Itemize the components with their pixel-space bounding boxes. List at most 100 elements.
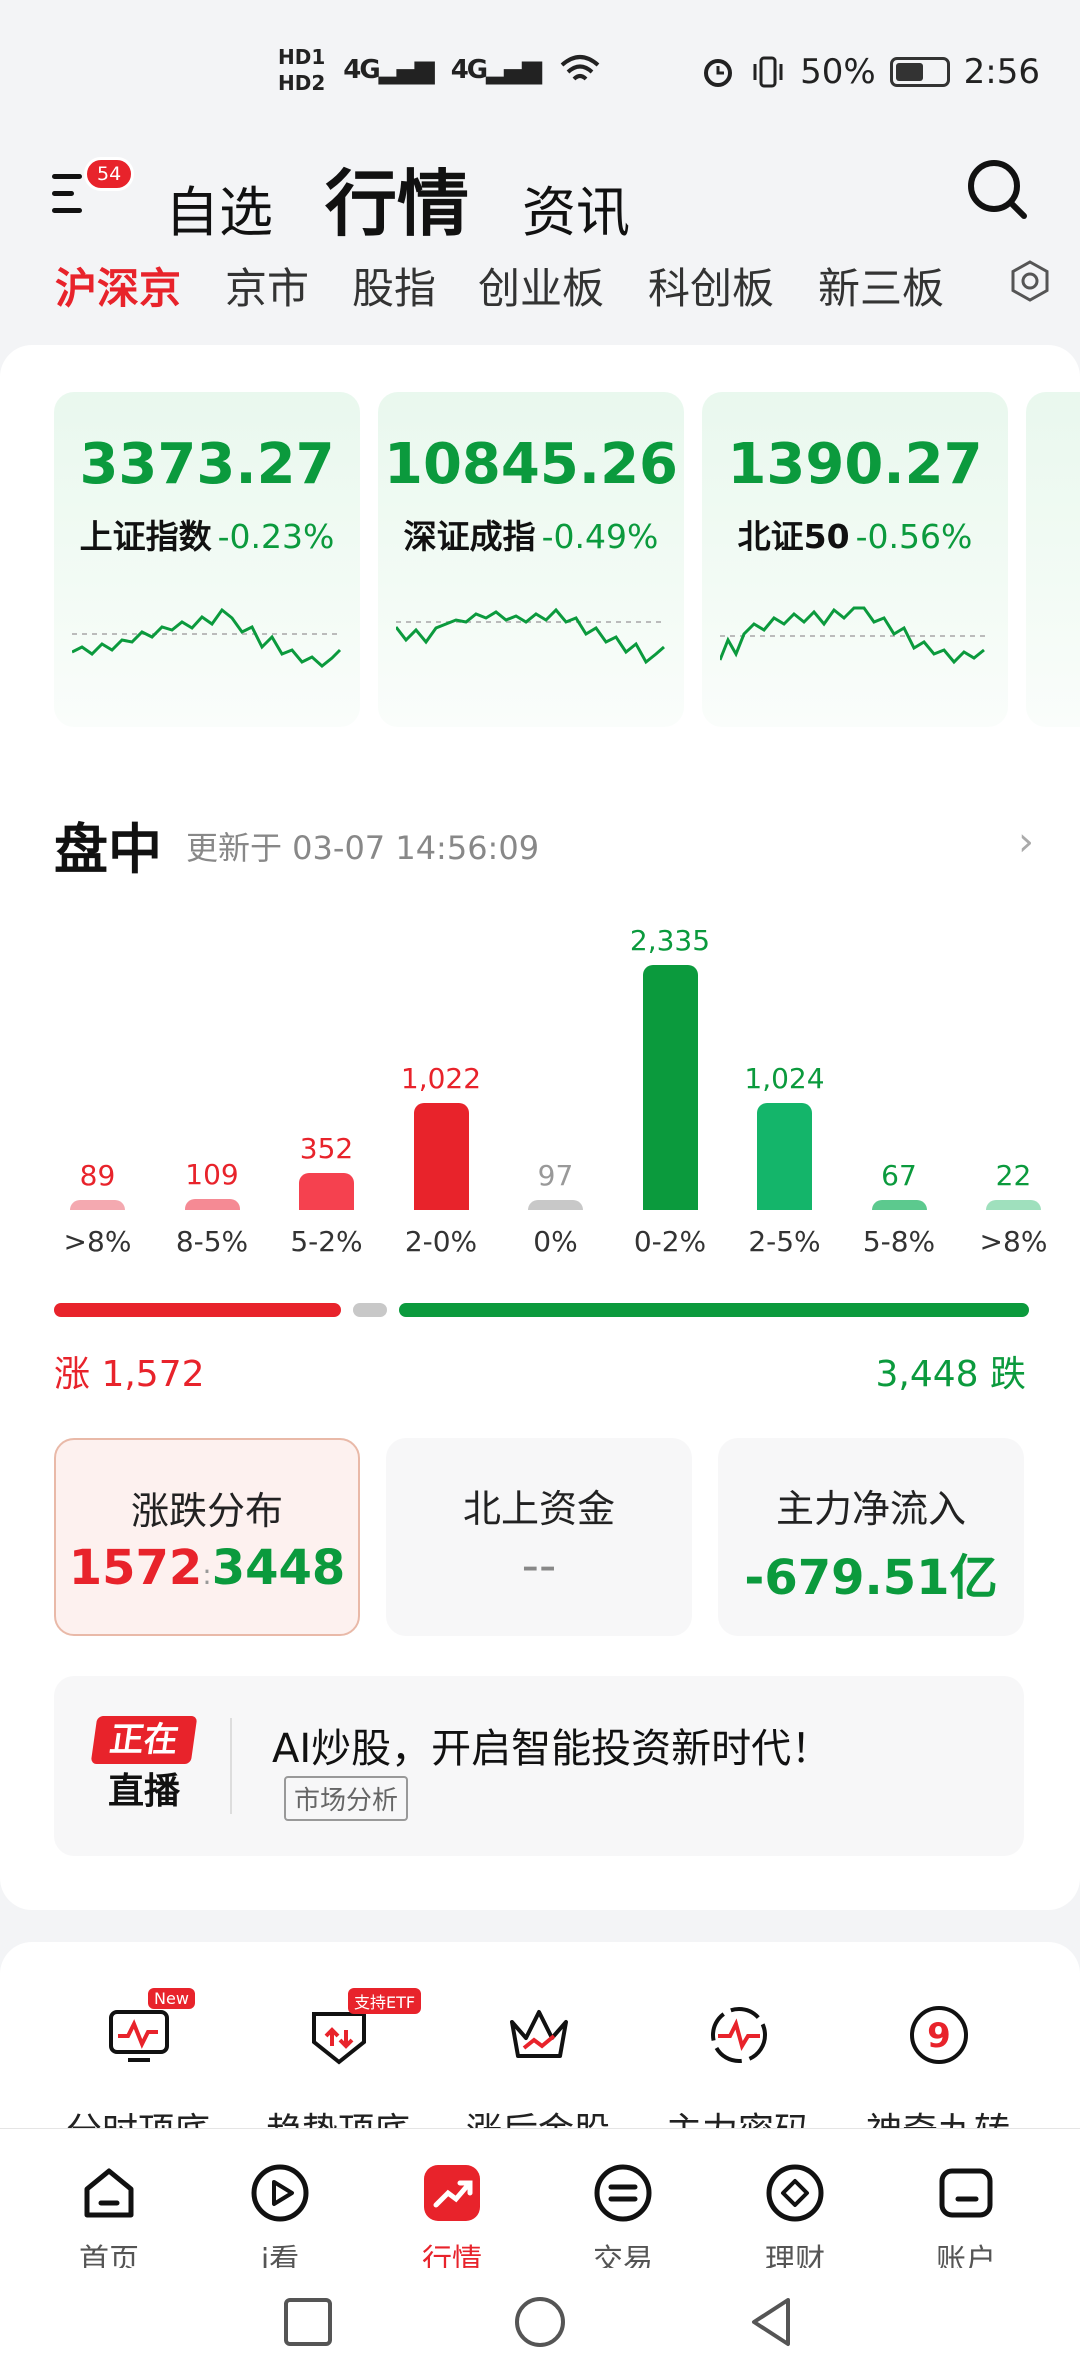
live-logo-top: 正在: [90, 1716, 198, 1764]
bar: [184, 1199, 240, 1210]
stat-northbound[interactable]: 北上资金 --: [386, 1438, 692, 1636]
index-value: 10845.26: [383, 432, 679, 497]
bar-value-label: 1,024: [744, 1062, 825, 1095]
stat-main-inflow[interactable]: 主力净流入 -679.51亿: [718, 1438, 1024, 1636]
nav-trade[interactable]: 交易: [548, 2161, 698, 2279]
bar: [70, 1200, 125, 1210]
search-icon[interactable]: [966, 158, 1028, 220]
pulse-circle-icon: [711, 2007, 767, 2063]
status-bar: HD1 HD2 4G▂▄▆ 4G▂▄▆ 50% 2:56: [0, 0, 1080, 140]
nav-wealth[interactable]: 理财: [720, 2161, 870, 2279]
index-value: 1390.27: [727, 432, 983, 497]
bar-column: 97 0%: [498, 1159, 613, 1258]
live-title: AI炒股，开启智能投资新时代！: [272, 1726, 832, 1772]
account-icon: [939, 2168, 993, 2218]
vibrate-icon: [753, 56, 783, 88]
bar-value-label: 1,022: [400, 1062, 482, 1095]
bar-column: 67 5-8%: [842, 1159, 957, 1258]
market-subtabs: 沪深京 京市 股指 创业板 科创板 新三板: [0, 255, 1080, 335]
bar-column: 2,335 0-2%: [613, 924, 728, 1258]
settings-icon[interactable]: [1008, 259, 1052, 303]
wifi-icon: [560, 55, 600, 81]
stat-down: 3448: [211, 1540, 346, 1596]
bottom-nav: 首页 i看 行情 交易 理财 账户: [0, 2128, 1080, 2278]
net1-label: 4G: [343, 55, 380, 85]
index-sparkline: [72, 607, 342, 668]
ratio-flat-segment: [353, 1303, 387, 1317]
index-change: -0.56%: [855, 517, 973, 556]
bar-column: 22 >8%: [956, 1159, 1071, 1258]
bar-category-label: 2-0%: [404, 1225, 478, 1258]
live-tag: 市场分析: [284, 1776, 409, 1821]
index-sparkline: [396, 607, 666, 665]
new-tag: New: [148, 1988, 195, 2009]
section-title: 盘中: [54, 818, 162, 881]
bar-column: 109 8-5%: [155, 1158, 270, 1258]
tab-watchlist[interactable]: 自选: [165, 168, 273, 247]
bar-value-label: 89: [79, 1159, 116, 1192]
divider: [230, 1718, 232, 1814]
bar: [413, 1103, 469, 1210]
index-card-partial[interactable]: [1026, 392, 1080, 727]
recents-button-icon[interactable]: [284, 2298, 332, 2346]
tab-news[interactable]: 资讯: [522, 168, 630, 247]
hd-indicator: HD1 HD2: [278, 44, 325, 96]
nav-home[interactable]: 首页: [34, 2161, 184, 2279]
ratio-down-segment: [399, 1303, 1029, 1317]
bar-category-label: 0-2%: [633, 1225, 707, 1258]
hd1-label: HD1: [278, 45, 326, 69]
index-value: 3373.27: [79, 432, 335, 497]
status-right: 50% 2:56: [700, 52, 1040, 92]
bar-category-label: 0%: [533, 1225, 578, 1258]
play-icon: [251, 2164, 309, 2222]
bar: [528, 1200, 583, 1210]
index-card[interactable]: 1390.27 北证50 -0.56%: [702, 392, 1008, 727]
live-logo-bottom: 直播: [107, 1771, 180, 1812]
signal-icon-2: 4G▂▄▆: [450, 55, 542, 85]
stat-distribution[interactable]: 涨跌分布 1572:3448: [54, 1438, 360, 1636]
system-nav-buttons: [284, 2297, 790, 2347]
index-name-row: 北证50 -0.56%: [702, 510, 1008, 558]
stat-value: --: [521, 1538, 557, 1594]
tab-market[interactable]: 行情: [325, 145, 469, 250]
battery-percent: 50%: [800, 52, 876, 92]
system-nav-bar: [0, 2268, 1080, 2376]
subtab-guzhi[interactable]: 股指: [352, 255, 436, 316]
distribution-chart: 89 >8% 109 8-5% 352 5-2% 1,022 2-0% 97 0% 2,335 0-2…: [40, 924, 1048, 1280]
back-button-icon[interactable]: [752, 2298, 790, 2346]
svg-text:9: 9: [927, 2016, 951, 2056]
stat-title: 涨跌分布: [130, 1489, 283, 1533]
crown-icon: [510, 2010, 568, 2058]
nav-ikan[interactable]: i看: [205, 2161, 355, 2279]
bar-category-label: 5-2%: [290, 1225, 363, 1258]
index-card[interactable]: 3373.27 上证指数 -0.23%: [54, 392, 360, 727]
subtab-xinsanban[interactable]: 新三板: [818, 255, 944, 316]
diamond-icon: [766, 2164, 824, 2222]
subtab-kechuang[interactable]: 科创板: [648, 255, 774, 316]
bar-column: 89 >8%: [40, 1159, 155, 1258]
live-banner[interactable]: 正在 直播 AI炒股，开启智能投资新时代！ 市场分析: [54, 1676, 1024, 1856]
bar-category-label: 5-8%: [862, 1225, 936, 1258]
index-carousel[interactable]: 3373.27 上证指数 -0.23% 10845.26 深证成指 -0.49% 1…: [54, 392, 1080, 727]
chevron-right-icon[interactable]: ›: [1018, 819, 1034, 865]
index-card[interactable]: 10845.26 深证成指 -0.49%: [378, 392, 684, 727]
bar-category-label: >8%: [63, 1225, 132, 1258]
notification-badge: 54: [84, 157, 135, 191]
home-button-icon[interactable]: [515, 2297, 565, 2347]
bar-value-label: 22: [995, 1159, 1032, 1192]
nav-account[interactable]: 账户: [891, 2161, 1041, 2279]
subtab-hushenjing[interactable]: 沪深京: [55, 255, 181, 316]
bar-value-label: 352: [299, 1132, 354, 1165]
subtab-chuangye[interactable]: 创业板: [478, 255, 604, 316]
bar-value-label: 109: [185, 1158, 239, 1191]
bar-category-label: 8-5%: [175, 1225, 249, 1258]
index-name: 上证指数: [79, 517, 212, 556]
nine-circle-icon: 9: [910, 2006, 968, 2064]
hd2-label: HD2: [278, 71, 326, 95]
up-down-ratio-bar: [54, 1303, 1029, 1317]
signal-icon-1: 4G▂▄▆: [343, 55, 434, 85]
intraday-header[interactable]: 盘中 更新于 03-07 14:56:09 ›: [54, 805, 1034, 881]
nav-market[interactable]: 行情: [377, 2161, 527, 2279]
bar-column: 352 5-2%: [269, 1132, 384, 1258]
subtab-jingshi[interactable]: 京市: [225, 255, 309, 316]
